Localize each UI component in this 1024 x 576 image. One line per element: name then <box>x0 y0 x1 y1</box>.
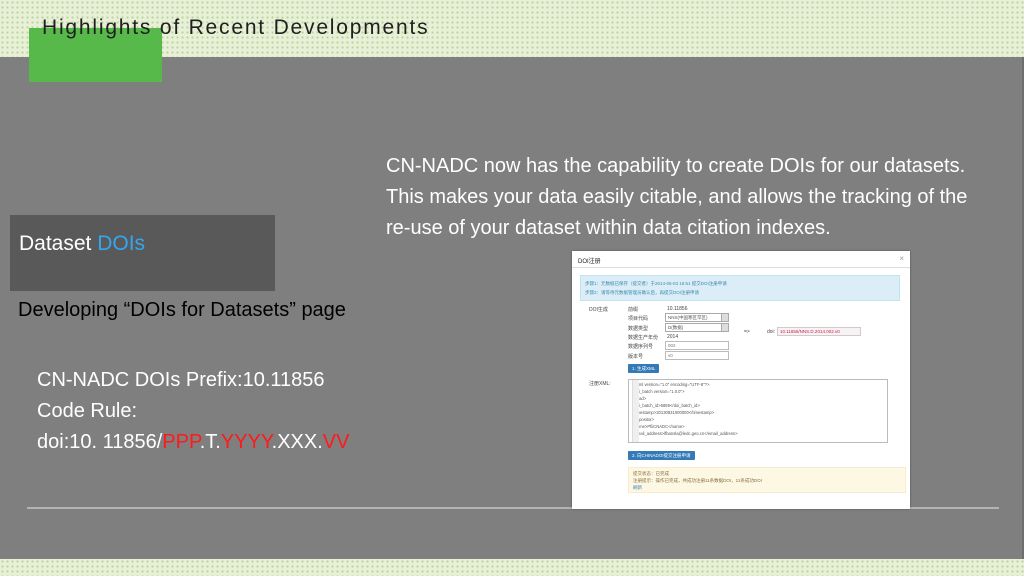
data-type-value: D(数据) <box>668 325 684 330</box>
field-label-serial: 数据序列号 <box>628 344 654 350</box>
xml-line: <name>PfiiCNADC</name> <box>632 424 685 429</box>
code-rule-line: Code Rule: <box>37 400 138 422</box>
xml-line: <doi_batch version="1.0.0"> <box>632 389 685 394</box>
page-title: Highlights of Recent Developments <box>42 16 430 39</box>
xml-line: <doi_batch_id>5859</doi_batch_id> <box>632 403 700 408</box>
dataset-dois-label: Dataset DOIs <box>19 232 145 256</box>
doi-prefix-block: CN-NADC DOIs Prefix:10.11856 Code Rule: … <box>37 365 349 458</box>
field-value-year: 2014 <box>667 334 679 340</box>
doi-label: doi: <box>767 329 776 335</box>
prefix-line: CN-NADC DOIs Prefix:10.11856 <box>37 369 325 391</box>
bottom-pattern-band <box>0 559 1024 576</box>
doi-value: 10.11856/NNS.D.2014.002.v0 <box>777 327 861 336</box>
refresh-link[interactable]: 刷新 <box>633 485 642 491</box>
arrow-icon: => <box>744 329 750 335</box>
version-input[interactable]: v0 <box>665 351 729 360</box>
rule-part-xxx: .XXX. <box>271 431 323 453</box>
developing-text: Developing “DOIs for Datasets” page <box>18 299 346 321</box>
rule-part-t: .T. <box>199 431 221 453</box>
dataset-label-accent: DOIs <box>97 232 146 255</box>
status-line-1: 提交状态：已完成 <box>633 471 669 476</box>
dataset-dois-box: Dataset DOIs <box>10 215 275 291</box>
info-line-2: 步骤2：请等待元数据管理员确认后，再提交DOI注册申请 <box>585 290 700 295</box>
field-label-version: 版本号 <box>628 354 644 360</box>
info-line-1: 步骤1：元数据已保存（提交者）于2014-06-03 16:51 提交DOI注册… <box>585 281 727 286</box>
rule-line: doi:10. 11856/PPP.T.YYYY.XXX.VV <box>37 427 349 458</box>
rule-part-yyyy: YYYY <box>220 431 272 453</box>
generate-xml-button[interactable]: 1. 生成XML <box>628 364 660 373</box>
field-label-project: 项目代码 <box>628 316 649 322</box>
xml-line: <email_address>lfbansla@ledc.geo.cn</ema… <box>632 431 738 436</box>
project-code-value: NNS(中国寒区旱区) <box>668 315 708 320</box>
data-type-select[interactable]: D(数据) <box>665 323 729 332</box>
xml-line: <timestamp>20130831000000</timestamp> <box>632 410 715 415</box>
chevron-down-icon <box>721 314 728 321</box>
dialog-title: DOI注册 <box>578 259 601 265</box>
rule-part-ppp: PPP <box>162 431 200 453</box>
xml-scrollbar[interactable] <box>632 380 639 442</box>
status-alert: 提交状态：已完成 注册提示：操作已完成，共成功注册11条数据DOI，11条成功D… <box>628 467 906 493</box>
rule-part-doi: doi:10. 11856/ <box>37 431 163 453</box>
description-paragraph: CN-NADC now has the capability to create… <box>386 155 968 239</box>
dialog-info-alert: 步骤1：元数据已保存（提交者）于2014-06-03 16:51 提交DOI注册… <box>580 275 900 301</box>
chevron-down-icon <box>721 324 728 331</box>
doi-gen-label: DOI生成 <box>589 307 608 313</box>
serial-number-input[interactable]: 002 <box>665 341 729 350</box>
xml-line: <?xml version="1.0" encoding="UTF-8"?> <box>632 382 710 387</box>
field-label-prefix: 前缀 <box>628 307 639 313</box>
project-code-select[interactable]: NNS(中国寒区旱区) <box>665 313 729 322</box>
rule-part-vv: VV <box>322 431 350 453</box>
close-icon[interactable]: × <box>899 254 904 263</box>
xml-textarea[interactable]: <?xml version="1.0" encoding="UTF-8"?> <… <box>628 379 888 443</box>
doi-dialog-screenshot: DOI注册 × 步骤1：元数据已保存（提交者）于2014-06-03 16:51… <box>572 251 910 509</box>
dataset-label-prefix: Dataset <box>19 232 92 255</box>
field-label-type: 数据类型 <box>628 326 649 332</box>
status-line-2: 注册提示：操作已完成，共成功注册11条数据DOI，11条成功DOI <box>633 478 762 483</box>
dialog-header: DOI注册 × <box>572 251 910 268</box>
field-value-prefix: 10.11856 <box>667 306 688 312</box>
submit-registration-button[interactable]: 2. 向CHINADOI提交注册申请 <box>628 451 695 460</box>
field-label-year: 数据生产年份 <box>628 335 659 341</box>
xml-label: 注册XML: <box>589 381 611 387</box>
